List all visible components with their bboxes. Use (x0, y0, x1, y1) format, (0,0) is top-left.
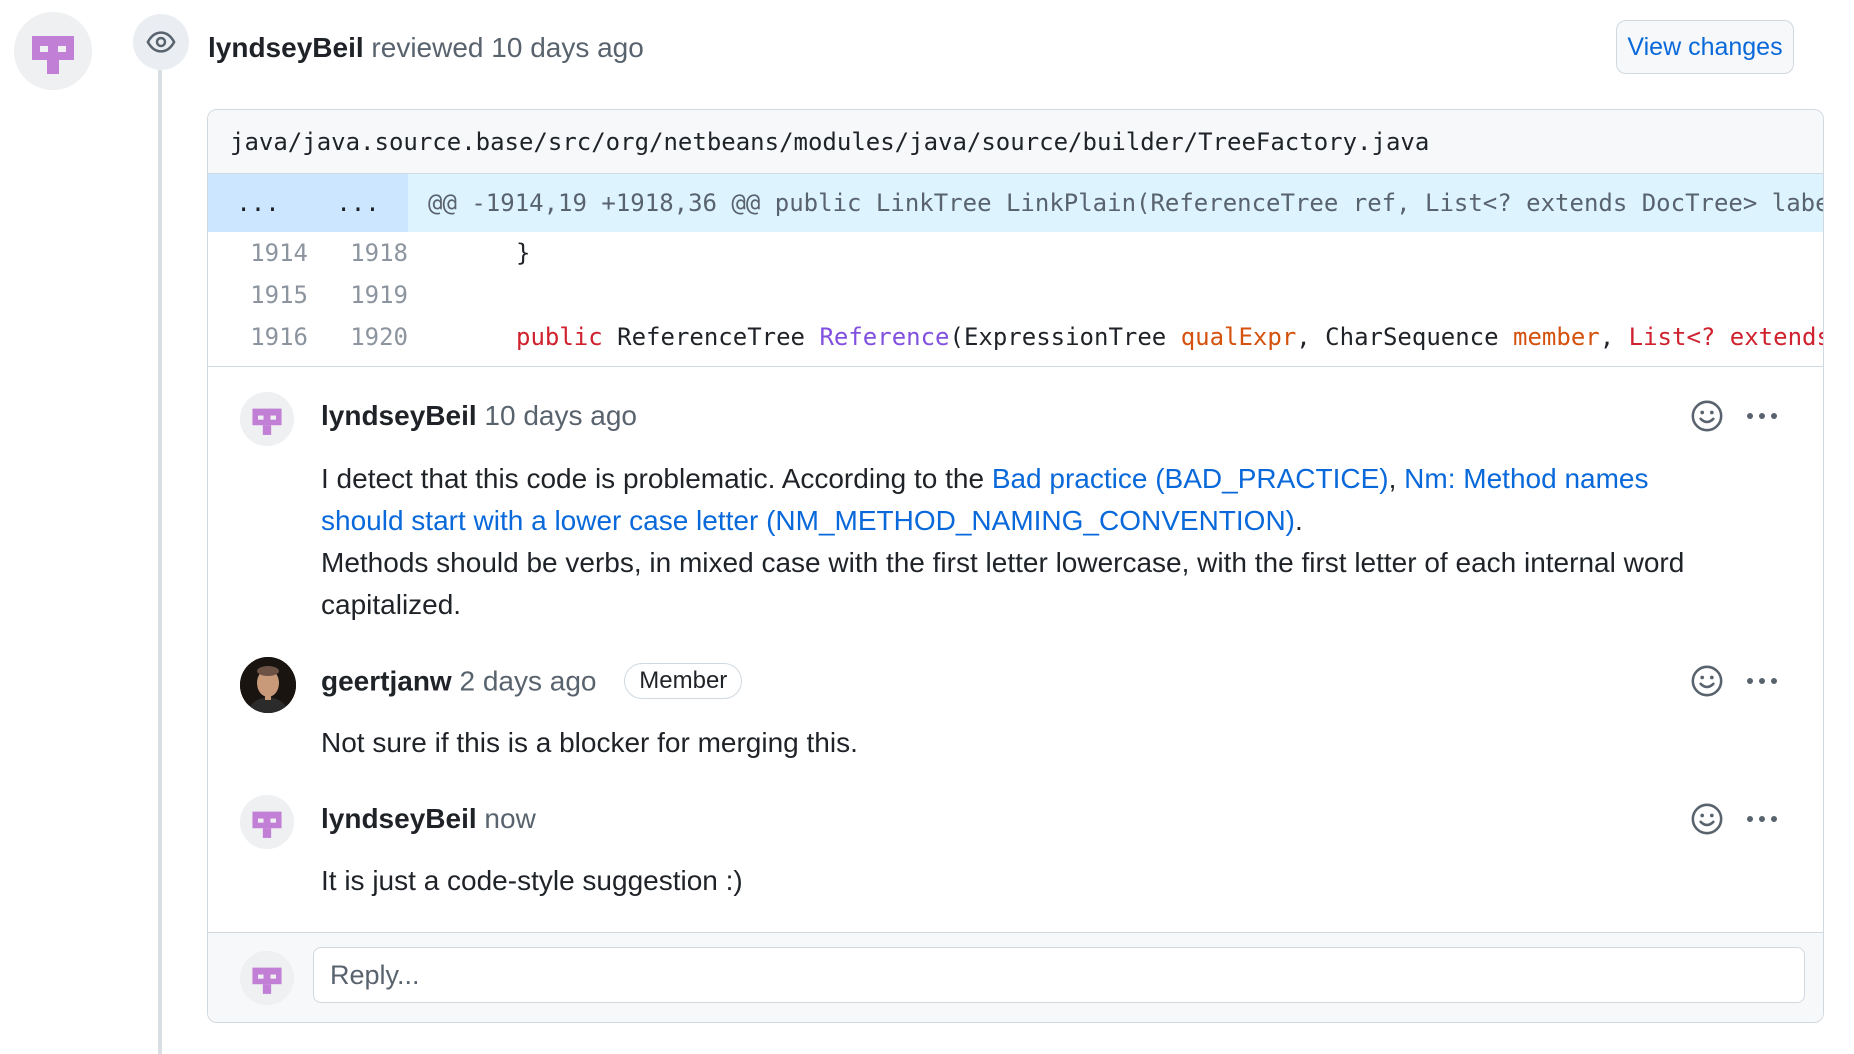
member-badge: Member (624, 663, 743, 699)
review-thread-card: java/java.source.base/src/org/netbeans/m… (207, 109, 1824, 1023)
keyword-token: List<? extends (1628, 323, 1823, 351)
smiley-icon (1691, 665, 1723, 697)
comment-text: I detect that this code is problematic. … (321, 463, 992, 494)
smiley-icon (1691, 803, 1723, 835)
diff-line: 1914 1918 } (208, 232, 1823, 274)
diff-divider (208, 358, 1823, 367)
param-token: member (1513, 323, 1600, 351)
comment-body: I detect that this code is problematic. … (321, 458, 1711, 626)
comment-time[interactable]: 2 days ago (459, 665, 596, 696)
diff-line: 1916 1920 public ReferenceTree Reference… (208, 316, 1823, 358)
file-path[interactable]: java/java.source.base/src/org/netbeans/m… (208, 110, 1823, 174)
identicon (240, 392, 294, 446)
comment-options-button[interactable] (1742, 396, 1782, 436)
hunk-row: ... ... @@ -1914,19 +1918,36 @@ public L… (208, 174, 1823, 232)
comment-avatar[interactable] (240, 657, 296, 713)
reviewer-avatar[interactable] (14, 12, 92, 90)
comment-text: , (1388, 463, 1405, 494)
old-line-number[interactable]: 1915 (208, 274, 308, 316)
reply-avatar (240, 951, 294, 1005)
comment-body: It is just a code-style suggestion :) (321, 865, 743, 896)
comment-options-button[interactable] (1742, 799, 1782, 839)
diff-line: 1915 1919 (208, 274, 1823, 316)
code-line: } (516, 239, 531, 267)
add-reaction-button[interactable] (1687, 799, 1727, 839)
review-action: reviewed (371, 32, 484, 63)
kebab-icon (1747, 413, 1777, 419)
comment-text: . (1295, 505, 1303, 536)
eye-badge (133, 14, 189, 70)
kebab-icon (1747, 816, 1777, 822)
hunk-header: @@ -1914,19 +1918,36 @@ public LinkTree … (408, 174, 1823, 232)
kebab-icon (1747, 678, 1777, 684)
add-reaction-button[interactable] (1687, 396, 1727, 436)
comment-header: lyndseyBeil now (321, 803, 536, 835)
comment-author[interactable]: lyndseyBeil (321, 400, 477, 431)
reply-input[interactable] (313, 947, 1805, 1003)
comment-author[interactable]: lyndseyBeil (321, 803, 477, 834)
comment-header: lyndseyBeil 10 days ago (321, 400, 637, 432)
param-token: qualExpr (1180, 323, 1297, 351)
eye-icon (146, 31, 176, 53)
comment-time[interactable]: now (484, 803, 535, 834)
old-line-number[interactable]: 1916 (208, 316, 308, 358)
reply-bar (208, 932, 1823, 1022)
sep-token: , (1599, 323, 1629, 351)
comment-author[interactable]: geertjanw (321, 665, 452, 696)
new-line-number[interactable]: 1918 (308, 232, 408, 274)
comment-avatar[interactable] (240, 392, 294, 446)
paren-token: (ExpressionTree (949, 323, 1181, 351)
comment-avatar[interactable] (240, 795, 294, 849)
keyword-token: public (516, 323, 603, 351)
hunk-expand-right[interactable]: ... (308, 174, 408, 232)
new-line-number[interactable]: 1920 (308, 316, 408, 358)
old-line-number[interactable]: 1914 (208, 232, 308, 274)
identicon (240, 795, 294, 849)
type-token: ReferenceTree (602, 323, 820, 351)
identicon (240, 951, 294, 1005)
code-line: public ReferenceTree Reference(Expressio… (408, 316, 1823, 358)
timeline-line (158, 70, 162, 1054)
comment-header: geertjanw 2 days ago Member (321, 663, 743, 701)
smiley-icon (1691, 400, 1723, 432)
view-changes-button[interactable]: View changes (1616, 20, 1794, 74)
hunk-expand-left[interactable]: ... (208, 174, 308, 232)
method-token: Reference (819, 323, 950, 351)
comment-options-button[interactable] (1742, 661, 1782, 701)
identicon (14, 12, 92, 90)
new-line-number[interactable]: 1919 (308, 274, 408, 316)
comment-body: Not sure if this is a blocker for mergin… (321, 727, 858, 758)
comment-text: Methods should be verbs, in mixed case w… (321, 547, 1685, 620)
review-header: lyndseyBeil reviewed 10 days ago (208, 32, 644, 64)
review-time[interactable]: 10 days ago (491, 32, 644, 63)
profile-photo (240, 657, 296, 713)
sep-token: , CharSequence (1296, 323, 1514, 351)
comment-time[interactable]: 10 days ago (484, 400, 637, 431)
add-reaction-button[interactable] (1687, 661, 1727, 701)
bad-practice-link[interactable]: Bad practice (BAD_PRACTICE) (992, 463, 1389, 494)
review-author[interactable]: lyndseyBeil (208, 32, 364, 63)
diff-table: ... ... @@ -1914,19 +1918,36 @@ public L… (208, 174, 1823, 367)
